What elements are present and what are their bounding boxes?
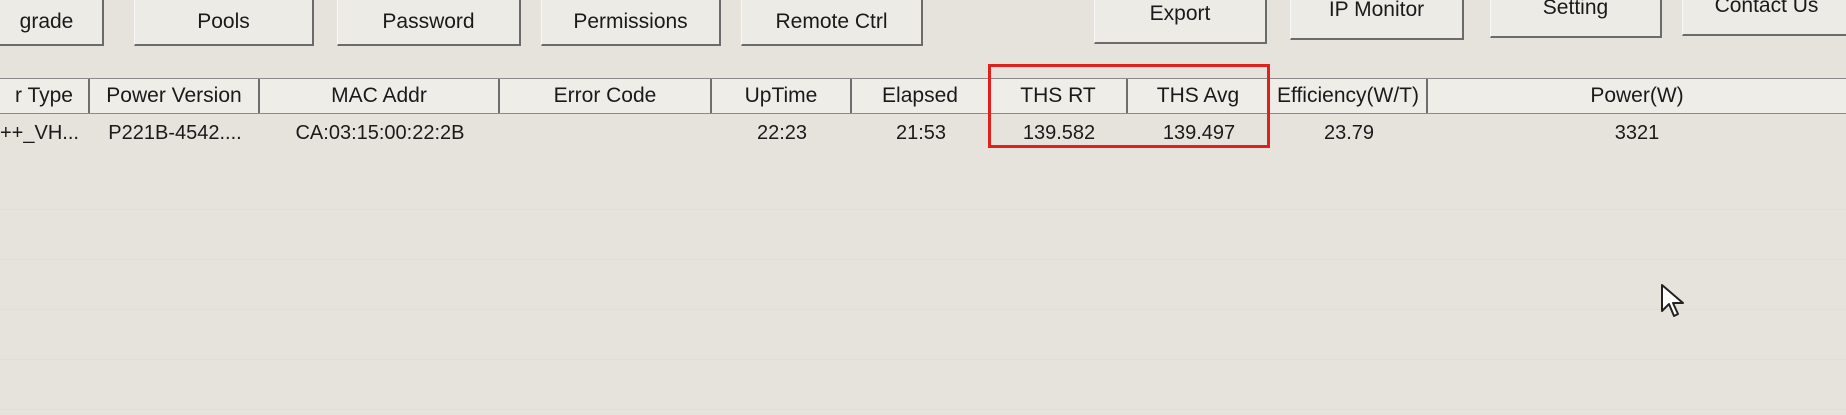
permissions-button[interactable]: Permissions [541, 0, 721, 46]
column-header-efficiency[interactable]: Efficiency(W/T) [1270, 79, 1428, 113]
upgrade-button[interactable]: grade [0, 0, 104, 46]
column-header-elapsed[interactable]: Elapsed [852, 79, 990, 113]
cell-mac-addr: CA:03:15:00:22:2B [295, 121, 465, 144]
cell-efficiency: 23.79 [1323, 121, 1375, 144]
table-row[interactable]: ++_VH... P221B-4542.... CA:03:15:00:22:2… [0, 113, 1846, 153]
table-header: r Type Power Version MAC Addr Error Code… [0, 78, 1846, 114]
remote-ctrl-button[interactable]: Remote Ctrl [741, 0, 923, 46]
column-header-power[interactable]: Power(W) [1428, 79, 1846, 113]
toolbar: grade Pools Password Permissions Remote … [0, 0, 1846, 50]
export-button[interactable]: Export [1094, 0, 1267, 44]
cell-ths-avg: 139.497 [1162, 121, 1236, 144]
cell-power-version: P221B-4542.... [108, 121, 242, 144]
column-header-miner-type[interactable]: r Type [0, 79, 90, 113]
column-header-mac-addr[interactable]: MAC Addr [260, 79, 500, 113]
empty-table-area [0, 160, 1846, 415]
contact-us-button[interactable]: Contact Us [1682, 0, 1846, 36]
cell-miner-type: ++_VH... [0, 121, 79, 144]
ip-monitor-button[interactable]: IP Monitor [1290, 0, 1464, 40]
cell-power: 3321 [1614, 121, 1660, 144]
cell-uptime: 22:23 [756, 121, 808, 144]
cell-elapsed: 21:53 [895, 121, 947, 144]
cell-error-code [500, 113, 712, 153]
password-button[interactable]: Password [337, 0, 521, 46]
setting-button[interactable]: Setting [1490, 0, 1662, 38]
column-header-error-code[interactable]: Error Code [500, 79, 712, 113]
column-header-ths-rt[interactable]: THS RT [990, 79, 1128, 113]
column-header-ths-avg[interactable]: THS Avg [1128, 79, 1270, 113]
mouse-pointer-icon [1660, 283, 1686, 324]
column-header-uptime[interactable]: UpTime [712, 79, 852, 113]
column-header-power-version[interactable]: Power Version [90, 79, 260, 113]
pools-button[interactable]: Pools [134, 0, 314, 46]
cell-ths-rt: 139.582 [1022, 121, 1096, 144]
